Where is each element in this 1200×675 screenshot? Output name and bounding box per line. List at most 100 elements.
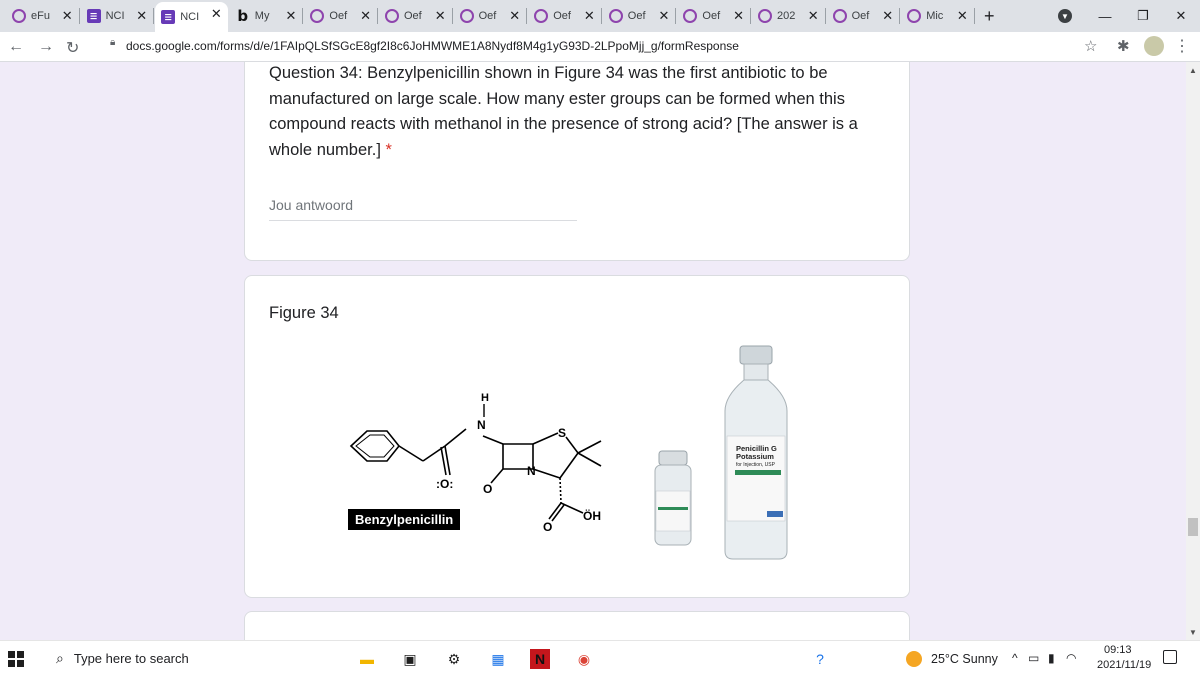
browser-tab[interactable]: Oef ✕ — [454, 4, 528, 28]
tab-label: Oef — [627, 10, 646, 22]
tab-separator — [451, 8, 453, 24]
wreath-icon — [310, 9, 325, 23]
settings-gear-icon[interactable]: ⚙ — [444, 649, 464, 669]
wreath-icon — [683, 9, 698, 23]
tab-label: Oef — [478, 10, 497, 22]
calculator-icon[interactable]: ▦ — [488, 649, 508, 669]
browser-tab[interactable]: Oef ✕ — [304, 4, 378, 28]
bing-icon: b — [237, 7, 249, 25]
clock-time[interactable]: 09:13 — [1104, 644, 1132, 656]
weather-text[interactable]: 25°C Sunny — [931, 652, 998, 666]
tab-label: Oef — [553, 10, 571, 22]
restore-button[interactable]: ❐ — [1124, 0, 1162, 32]
atom-label-n-ring: N — [527, 464, 536, 478]
scrollbar-thumb[interactable] — [1188, 518, 1198, 536]
browser-tab[interactable]: b My ✕ — [230, 4, 304, 28]
new-tab-button[interactable]: + — [984, 6, 995, 27]
wreath-icon — [459, 9, 474, 23]
url-text[interactable]: docs.google.com/forms/d/e/1FAIpQLSfSGcE8… — [126, 39, 739, 53]
store-icon[interactable]: ▣ — [400, 649, 420, 669]
browser-tab[interactable]: 202 ✕ — [752, 4, 826, 28]
wreath-icon — [385, 9, 399, 23]
tab-close-icon[interactable]: ✕ — [509, 8, 520, 24]
tab-separator — [302, 8, 304, 24]
browser-tab[interactable]: Mic ✕ — [901, 4, 975, 28]
page-scrollbar[interactable]: ▲ ▼ — [1186, 62, 1200, 640]
tab-close-icon[interactable]: ✕ — [957, 8, 968, 24]
wreath-icon — [907, 9, 922, 23]
answer-input[interactable]: Jou antwoord — [269, 193, 577, 221]
tab-separator — [78, 8, 80, 24]
minimize-button[interactable]: — — [1086, 0, 1124, 32]
extensions-icon[interactable]: ✱ — [1117, 37, 1130, 55]
browser-tab[interactable]: Oef ✕ — [528, 4, 602, 28]
question-card: Question 34: Benzylpenicillin shown in F… — [244, 62, 910, 261]
wreath-icon — [12, 9, 26, 23]
next-question-card — [244, 611, 910, 640]
windows-start-icon[interactable] — [8, 651, 24, 667]
browser-menu-icon[interactable]: ⋮ — [1174, 36, 1190, 56]
tab-close-icon[interactable]: ✕ — [136, 8, 147, 24]
tab-label: NCI — [105, 10, 125, 22]
browser-tab[interactable]: ☰ NCI ✕ — [155, 2, 228, 32]
atom-label-s: S — [558, 426, 566, 440]
required-asterisk: * — [385, 140, 392, 159]
tab-search-icon[interactable]: ▼ — [1058, 9, 1072, 23]
molecule-label: Benzylpenicillin — [348, 509, 461, 530]
tab-label: My — [254, 10, 270, 22]
close-window-button[interactable]: ✕ — [1162, 0, 1200, 32]
netflix-icon[interactable]: N — [530, 649, 550, 669]
tab-close-icon[interactable]: ✕ — [808, 8, 819, 24]
tab-close-icon[interactable]: ✕ — [62, 8, 73, 24]
tab-separator — [824, 8, 826, 24]
browser-tab[interactable]: ☰ NCI ✕ — [81, 4, 155, 28]
windows-taskbar: ⌕ Type here to search ▬ ▣ ⚙ ▦ N ◉ ? 25°C… — [0, 640, 1200, 675]
back-arrow-icon[interactable]: ← — [8, 38, 24, 56]
tab-close-icon[interactable]: ✕ — [882, 8, 893, 24]
window-controls: — ❐ ✕ — [1086, 0, 1200, 32]
atom-label-o-carbonyl: O — [543, 520, 552, 534]
tab-label: Mic — [926, 10, 944, 22]
help-icon[interactable]: ? — [810, 649, 830, 669]
bookmark-star-icon[interactable]: ☆ — [1084, 37, 1097, 55]
profile-avatar[interactable] — [1144, 36, 1164, 56]
tab-close-icon[interactable]: ✕ — [211, 6, 222, 22]
browser-tab[interactable]: eFu ✕ — [6, 4, 80, 28]
tab-close-icon[interactable]: ✕ — [435, 8, 446, 24]
tab-separator — [153, 8, 155, 24]
wifi-icon[interactable]: ◠ — [1066, 651, 1076, 665]
browser-tab[interactable]: Oef ✕ — [603, 4, 677, 28]
reload-icon[interactable]: ↻ — [66, 38, 79, 58]
browser-tab[interactable]: Oef ✕ — [677, 4, 751, 28]
taskbar-search-box[interactable]: ⌕ Type here to search — [48, 641, 338, 675]
forms-icon: ☰ — [86, 9, 101, 23]
tab-close-icon[interactable]: ✕ — [360, 8, 371, 24]
tab-close-icon[interactable]: ✕ — [285, 8, 296, 24]
tab-close-icon[interactable]: ✕ — [584, 8, 595, 24]
tray-app-icon[interactable]: ▭ — [1028, 651, 1039, 665]
taskbar-search-placeholder: Type here to search — [73, 651, 189, 666]
chrome-icon[interactable]: ◉ — [574, 649, 594, 669]
sun-icon[interactable] — [906, 651, 922, 667]
tab-label: Oef — [329, 10, 348, 22]
scroll-down-arrow-icon[interactable]: ▼ — [1189, 628, 1197, 637]
notification-center-icon[interactable] — [1163, 650, 1177, 664]
tab-close-icon[interactable]: ✕ — [733, 8, 744, 24]
atom-label-h: H — [481, 392, 489, 404]
tray-overflow-chevron-icon[interactable]: ^ — [1012, 651, 1018, 665]
wreath-icon — [534, 9, 549, 23]
battery-icon[interactable]: ▮ — [1048, 651, 1055, 665]
browser-tab[interactable]: Oef ✕ — [827, 4, 901, 28]
browser-tab[interactable]: Oef ✕ — [379, 4, 453, 28]
clock-date[interactable]: 2021/11/19 — [1097, 659, 1151, 671]
tab-separator — [749, 8, 751, 24]
scroll-up-arrow-icon[interactable]: ▲ — [1189, 66, 1197, 75]
figure-title: Figure 34 — [269, 304, 339, 322]
forward-arrow-icon[interactable]: → — [38, 38, 54, 56]
lock-icon[interactable]: 🔒︎ — [110, 37, 115, 48]
bottle-label-line-2: Potassium — [736, 452, 774, 461]
tab-close-icon[interactable]: ✕ — [658, 8, 669, 24]
tab-separator — [899, 8, 901, 24]
search-icon: ⌕ — [56, 650, 64, 666]
file-explorer-icon[interactable]: ▬ — [357, 649, 377, 669]
